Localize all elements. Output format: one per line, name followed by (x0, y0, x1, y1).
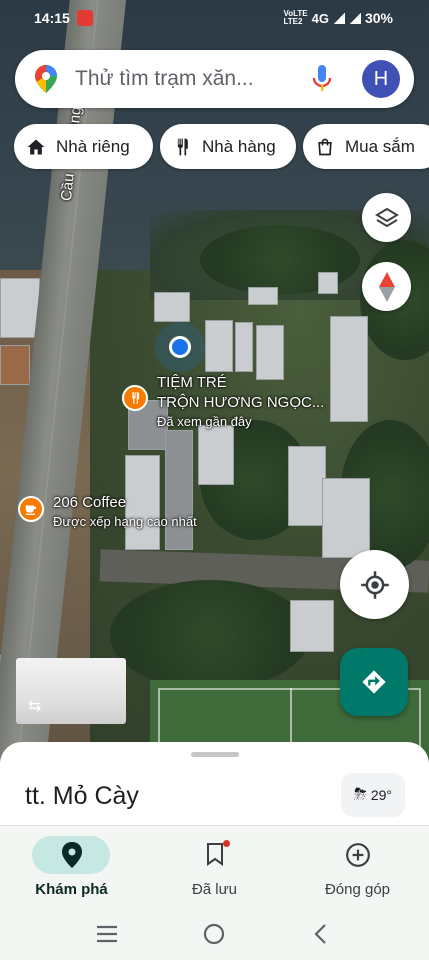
home-button-icon[interactable] (203, 923, 225, 945)
building-roof (330, 316, 368, 422)
nav-explore[interactable]: Khám phá (0, 826, 143, 910)
building-roof (154, 292, 190, 322)
coffee-icon (25, 505, 37, 515)
notification-dot (223, 840, 230, 847)
building-roof (235, 322, 253, 372)
chip-restaurants[interactable]: Nhà hàng (160, 124, 296, 169)
street-view-icon: ⇆ (28, 698, 42, 715)
poi-subtitle: Được xếp hạng cao nhất (53, 514, 197, 529)
my-location-button[interactable] (340, 550, 409, 619)
poi-name-line2[interactable]: TRỘN HƯƠNG NGỌC... (157, 394, 324, 411)
poi-coffee-marker[interactable] (18, 496, 44, 522)
street-view-thumbnail[interactable]: ⇆ (16, 658, 126, 724)
chip-label: Mua sắm (345, 136, 415, 156)
layers-button[interactable] (362, 193, 411, 242)
poi-restaurant-marker[interactable] (122, 385, 148, 411)
notification-app-icon (77, 10, 93, 26)
poi-name-line1[interactable]: TIỆM TRÉ (157, 374, 227, 391)
current-location-dot (169, 336, 191, 358)
nav-contribute[interactable]: Đóng góp (286, 826, 429, 910)
system-navigation-bar (0, 909, 429, 960)
building-roof (165, 430, 193, 550)
add-circle-icon (345, 843, 370, 867)
bookmark-icon (206, 843, 223, 866)
home-icon (27, 139, 45, 154)
chip-home[interactable]: Nhà riêng (14, 124, 153, 169)
status-time: 14:15 (34, 10, 70, 26)
account-avatar[interactable]: H (362, 60, 400, 98)
building-roof (256, 325, 284, 380)
chip-shopping[interactable]: Mua sắm (303, 124, 429, 169)
building-roof (288, 446, 326, 526)
restaurant-icon (132, 392, 140, 404)
chip-label: Nhà hàng (202, 136, 276, 156)
recent-apps-icon[interactable] (96, 924, 118, 944)
directions-button[interactable] (340, 648, 408, 716)
status-bar: 14:15 VoLTE LTE2 4G 30% (0, 0, 429, 38)
place-title: tt. Mỏ Cày (25, 782, 139, 810)
building-roof (0, 345, 30, 385)
building-roof (0, 278, 40, 338)
search-input[interactable]: Thử tìm trạm xăn... (75, 67, 254, 91)
google-maps-pin-icon (35, 65, 57, 93)
restaurant-icon (177, 138, 188, 155)
nav-label: Đóng góp (324, 881, 391, 898)
volte-icon: VoLTE LTE2 (283, 9, 308, 26)
search-bar[interactable]: Thử tìm trạm xăn... H (15, 50, 414, 108)
poi-subtitle: Đã xem gần đây (157, 414, 252, 429)
microphone-icon[interactable] (312, 65, 332, 93)
building-roof (125, 455, 160, 550)
layers-icon (374, 207, 399, 227)
nav-label: Khám phá (35, 881, 108, 898)
bottom-sheet[interactable]: tt. Mỏ Cày ⛈ 29° (0, 742, 429, 832)
temperature: 29° (370, 787, 392, 803)
building-roof (198, 425, 234, 485)
signal-icon (348, 12, 361, 24)
building-roof (248, 287, 278, 305)
building-roof (205, 320, 233, 372)
tree-cluster (110, 580, 310, 690)
weather-chip[interactable]: ⛈ 29° (341, 773, 405, 817)
thunderstorm-icon: ⛈ (354, 786, 367, 803)
network-type: 4G (311, 10, 329, 26)
crosshair-location-icon (360, 570, 389, 599)
building-roof (290, 600, 334, 652)
shopping-bag-icon (318, 138, 332, 155)
explore-pin-icon (61, 842, 82, 868)
building-roof (322, 478, 370, 558)
signal-icon (332, 12, 345, 24)
nav-label: Đã lưu (191, 881, 238, 898)
compass-icon (378, 271, 395, 302)
sheet-drag-handle[interactable] (191, 752, 239, 757)
poi-name[interactable]: 206 Coffee (53, 494, 126, 511)
bottom-navigation: Khám phá Đã lưu Đóng góp (0, 825, 429, 909)
compass-button[interactable] (362, 262, 411, 311)
building-roof (318, 272, 338, 294)
back-icon[interactable] (313, 923, 327, 945)
chip-label: Nhà riêng (56, 136, 130, 156)
directions-icon (362, 670, 386, 694)
nav-saved[interactable]: Đã lưu (143, 826, 286, 910)
battery-percent: 30% (364, 10, 393, 26)
